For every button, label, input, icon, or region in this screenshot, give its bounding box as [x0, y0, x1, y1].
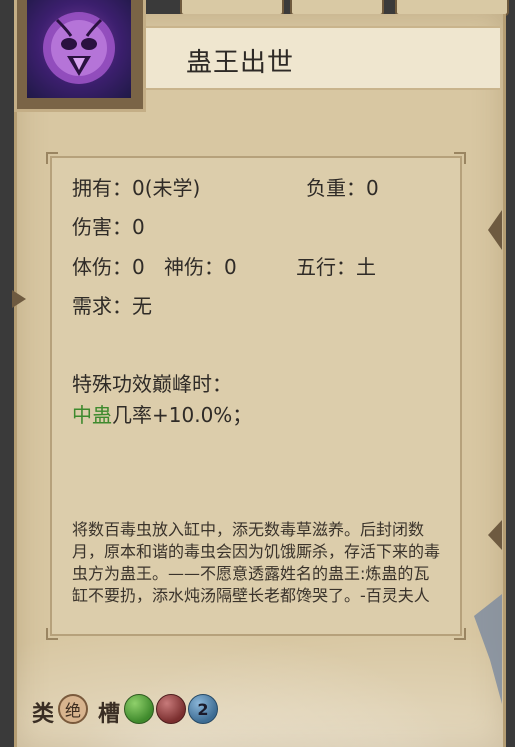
- slot-count-badge: 2: [188, 694, 218, 724]
- skill-icon-frame: [14, 0, 146, 112]
- requirement-stat: 需求：无: [72, 294, 152, 318]
- skill-title-bar: 蛊王出世: [132, 26, 500, 90]
- effect-keyword: 中蛊: [72, 403, 112, 427]
- slot-label: 槽: [98, 701, 121, 727]
- body-damage-stat: 体伤：0: [72, 255, 145, 279]
- green-slot-icon: [124, 694, 154, 724]
- red-slot-icon: [156, 694, 186, 724]
- skill-description: 将数百毒虫放入缸中，添无数毒草滋养。后封闭数月，原本和谐的毒虫会因为饥饿厮杀，存…: [72, 520, 441, 605]
- effect-value: 几率+10.0%；: [112, 403, 253, 427]
- spirit-damage-stat: 神伤：0: [164, 255, 237, 279]
- element-stat: 五行：土: [296, 255, 376, 279]
- weight-stat: 负重：0: [306, 176, 379, 200]
- special-effect-line: 中蛊几率+10.0%；: [72, 399, 252, 428]
- special-effect-heading: 特殊功效巅峰时：: [72, 372, 232, 396]
- category-badge: 绝: [58, 694, 88, 724]
- insect-emblem-icon: [27, 0, 131, 98]
- damage-stat: 伤害：0: [72, 215, 145, 239]
- category-label: 类: [32, 701, 55, 727]
- owned-stat: 拥有：0(未学): [72, 176, 201, 200]
- skill-title: 蛊王出世: [186, 48, 295, 78]
